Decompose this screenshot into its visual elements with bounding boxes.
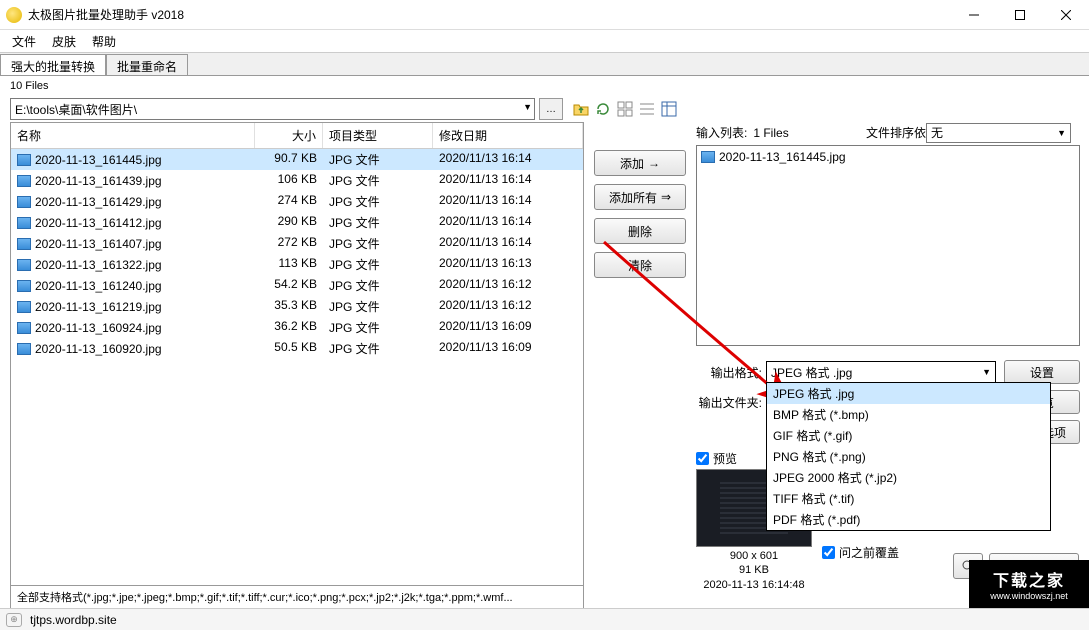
image-file-icon bbox=[17, 259, 31, 271]
input-list-count: 1 Files bbox=[753, 126, 788, 140]
image-file-icon bbox=[17, 154, 31, 166]
table-row[interactable]: 2020-11-13_161439.jpg 106 KB JPG 文件 2020… bbox=[11, 170, 583, 191]
table-row[interactable]: 2020-11-13_161412.jpg 290 KB JPG 文件 2020… bbox=[11, 212, 583, 233]
chevron-down-icon: ▼ bbox=[1057, 128, 1066, 138]
list-header: 名称 大小 项目类型 修改日期 bbox=[11, 123, 583, 149]
folder-up-icon[interactable] bbox=[571, 99, 591, 119]
format-option[interactable]: PDF 格式 (*.pdf) bbox=[767, 509, 1050, 530]
file-count-label: 10 Files bbox=[0, 76, 1089, 96]
preview-checkbox[interactable] bbox=[696, 452, 709, 465]
col-date[interactable]: 修改日期 bbox=[433, 123, 583, 148]
add-all-button[interactable]: 添加所有⇒ bbox=[594, 184, 686, 210]
image-file-icon bbox=[17, 217, 31, 229]
image-file-icon bbox=[17, 196, 31, 208]
delete-button[interactable]: 删除 bbox=[594, 218, 686, 244]
format-option[interactable]: BMP 格式 (*.bmp) bbox=[767, 404, 1050, 425]
input-list-label: 输入列表: bbox=[696, 124, 747, 141]
table-row[interactable]: 2020-11-13_161219.jpg 35.3 KB JPG 文件 202… bbox=[11, 296, 583, 317]
browse-path-button[interactable]: … bbox=[539, 98, 563, 120]
col-name[interactable]: 名称 bbox=[11, 123, 255, 148]
add-button[interactable]: 添加→ bbox=[594, 150, 686, 176]
status-url: tjtps.wordbp.site bbox=[30, 613, 117, 627]
view-details-icon[interactable] bbox=[659, 99, 679, 119]
file-list-pane: 名称 大小 项目类型 修改日期 2020-11-13_161445.jpg 90… bbox=[10, 122, 584, 592]
image-file-icon bbox=[17, 301, 31, 313]
chevron-down-icon: ▼ bbox=[982, 367, 991, 377]
list-item[interactable]: 2020-11-13_161445.jpg bbox=[701, 150, 1075, 164]
format-option[interactable]: JPEG 格式 .jpg bbox=[767, 383, 1050, 404]
menu-skin[interactable]: 皮肤 bbox=[46, 31, 82, 52]
table-row[interactable]: 2020-11-13_161322.jpg 113 KB JPG 文件 2020… bbox=[11, 254, 583, 275]
table-row[interactable]: 2020-11-13_160924.jpg 36.2 KB JPG 文件 202… bbox=[11, 317, 583, 338]
minimize-button[interactable] bbox=[951, 0, 997, 30]
image-file-icon bbox=[17, 322, 31, 334]
tab-batch-convert[interactable]: 强大的批量转换 bbox=[0, 54, 106, 75]
image-file-icon bbox=[17, 175, 31, 187]
close-button[interactable] bbox=[1043, 0, 1089, 30]
path-text: E:\tools\桌面\软件图片\ bbox=[15, 101, 137, 118]
table-row[interactable]: 2020-11-13_161407.jpg 272 KB JPG 文件 2020… bbox=[11, 233, 583, 254]
path-input[interactable]: E:\tools\桌面\软件图片\ ▼ bbox=[10, 98, 535, 120]
tab-bar: 强大的批量转换 批量重命名 bbox=[0, 52, 1089, 76]
overwrite-checkbox[interactable] bbox=[822, 546, 835, 559]
input-list[interactable]: 2020-11-13_161445.jpg bbox=[696, 145, 1080, 346]
preview-label: 预览 bbox=[713, 450, 737, 467]
table-row[interactable]: 2020-11-13_161429.jpg 274 KB JPG 文件 2020… bbox=[11, 191, 583, 212]
image-file-icon bbox=[701, 151, 715, 163]
format-option[interactable]: PNG 格式 (*.png) bbox=[767, 446, 1050, 467]
status-bar: ⊕ tjtps.wordbp.site bbox=[0, 608, 1089, 630]
arrow-right-icon: → bbox=[648, 156, 660, 170]
output-folder-label: 输出文件夹: bbox=[696, 394, 762, 411]
supported-formats-label: 全部支持格式(*.jpg;*.jpe;*.jpeg;*.bmp;*.gif;*.… bbox=[10, 585, 584, 609]
col-size[interactable]: 大小 bbox=[255, 123, 323, 148]
output-format-label: 输出格式: bbox=[696, 364, 762, 381]
window-title: 太极图片批量处理助手 v2018 bbox=[28, 6, 951, 23]
image-file-icon bbox=[17, 280, 31, 292]
col-type[interactable]: 项目类型 bbox=[323, 123, 433, 148]
menu-bar: 文件 皮肤 帮助 bbox=[0, 30, 1089, 52]
menu-file[interactable]: 文件 bbox=[6, 31, 42, 52]
clear-button[interactable]: 清除 bbox=[594, 252, 686, 278]
refresh-icon[interactable] bbox=[593, 99, 613, 119]
table-row[interactable]: 2020-11-13_161445.jpg 90.7 KB JPG 文件 202… bbox=[11, 149, 583, 170]
format-option[interactable]: JPEG 2000 格式 (*.jp2) bbox=[767, 467, 1050, 488]
preview-info: 900 x 601 91 KB 2020-11-13 16:14:48 bbox=[696, 547, 812, 592]
format-option[interactable]: GIF 格式 (*.gif) bbox=[767, 425, 1050, 446]
double-arrow-right-icon: ⇒ bbox=[661, 190, 671, 204]
maximize-button[interactable] bbox=[997, 0, 1043, 30]
watermark: 下载之家 www.windowszj.net bbox=[969, 560, 1089, 608]
globe-icon: ⊕ bbox=[6, 613, 22, 627]
view-list-icon[interactable] bbox=[637, 99, 657, 119]
image-file-icon bbox=[17, 238, 31, 250]
format-dropdown[interactable]: JPEG 格式 .jpgBMP 格式 (*.bmp)GIF 格式 (*.gif)… bbox=[766, 382, 1051, 531]
table-row[interactable]: 2020-11-13_161240.jpg 54.2 KB JPG 文件 202… bbox=[11, 275, 583, 296]
path-bar: E:\tools\桌面\软件图片\ ▼ … bbox=[0, 96, 1089, 122]
settings-button[interactable]: 设置 bbox=[1004, 360, 1080, 384]
overwrite-label: 问之前覆盖 bbox=[839, 544, 899, 561]
output-format-select[interactable]: JPEG 格式 .jpg ▼ bbox=[766, 361, 996, 383]
table-row[interactable]: 2020-11-13_160920.jpg 50.5 KB JPG 文件 202… bbox=[11, 338, 583, 359]
title-bar: 太极图片批量处理助手 v2018 bbox=[0, 0, 1089, 30]
image-file-icon bbox=[17, 343, 31, 355]
menu-help[interactable]: 帮助 bbox=[86, 31, 122, 52]
view-icons-icon[interactable] bbox=[615, 99, 635, 119]
tab-batch-rename[interactable]: 批量重命名 bbox=[106, 54, 188, 75]
format-option[interactable]: TIFF 格式 (*.tif) bbox=[767, 488, 1050, 509]
app-icon bbox=[6, 7, 22, 23]
sort-select[interactable]: 无▼ bbox=[926, 123, 1071, 143]
